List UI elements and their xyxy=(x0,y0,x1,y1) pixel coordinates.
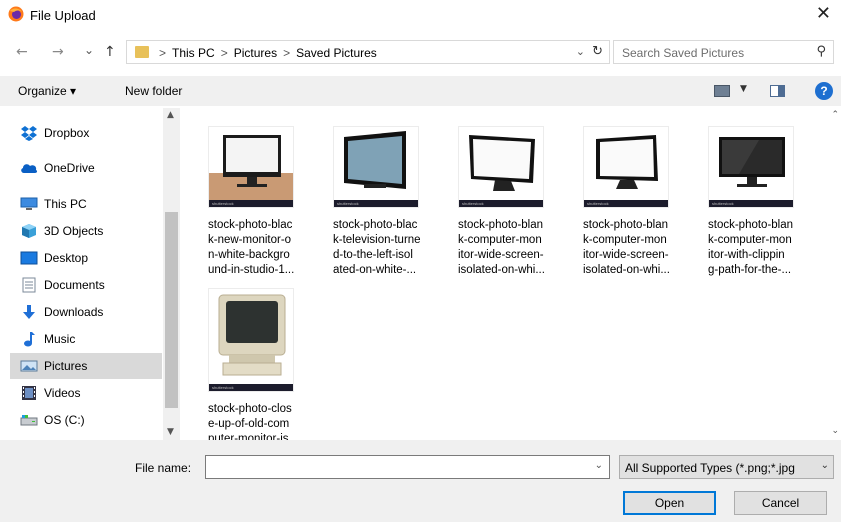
recent-locations-chevron-icon[interactable]: ⌄ xyxy=(84,42,94,58)
navigation-pane-scrollbar[interactable]: ▲ ▼ xyxy=(163,108,180,440)
address-bar[interactable]: > This PC > Pictures > Saved Pictures ⌄ … xyxy=(126,40,610,64)
forward-arrow-icon[interactable]: → xyxy=(52,44,64,60)
drive-icon xyxy=(20,411,38,429)
file-name-caption: stock-photo-blan k-computer-mon itor-wit… xyxy=(708,219,794,276)
title-bar: File Upload ✕ xyxy=(0,0,841,32)
dialog-footer: File name: ⌄ All Supported Types (*.png;… xyxy=(0,440,841,522)
document-icon xyxy=(20,276,38,294)
file-tile[interactable]: shutterstock stock-photo-blac k-televisi… xyxy=(305,126,421,278)
preview-pane-icon[interactable] xyxy=(770,85,785,97)
nav-item-this-pc[interactable]: This PC xyxy=(10,191,162,217)
nav-item-label: 3D Objects xyxy=(44,224,104,238)
nav-item-label: OS (C:) xyxy=(44,413,85,427)
search-box[interactable]: Search Saved Pictures ⚲ xyxy=(613,40,834,64)
dropbox-icon xyxy=(20,124,38,142)
breadcrumb-saved-pictures[interactable]: Saved Pictures xyxy=(296,46,377,60)
nav-item-3d-objects[interactable]: 3D Objects xyxy=(10,218,162,244)
file-name-caption: stock-photo-blac k-television-turne d-to… xyxy=(333,219,421,276)
file-list-scroll-down-chevron-icon[interactable]: ⌄ xyxy=(831,426,839,436)
desktop-icon xyxy=(20,249,38,267)
nav-item-dropbox[interactable]: Dropbox xyxy=(10,120,162,146)
address-dropdown-chevron-icon[interactable]: ⌄ xyxy=(576,45,585,58)
breadcrumb-separator: > xyxy=(159,46,167,60)
video-icon xyxy=(20,384,38,402)
file-thumbnail: shutterstock xyxy=(208,288,294,392)
cloud-icon xyxy=(20,159,38,177)
open-button[interactable]: Open xyxy=(623,491,716,515)
nav-item-music[interactable]: Music xyxy=(10,326,162,352)
nav-item-documents[interactable]: Documents xyxy=(10,272,162,298)
nav-item-downloads[interactable]: Downloads xyxy=(10,299,162,325)
nav-item-desktop[interactable]: Desktop xyxy=(10,245,162,271)
view-options-chevron-icon[interactable]: ▼ xyxy=(740,84,747,94)
command-bar: Organize ▾ New folder ▼ ? xyxy=(0,76,841,106)
folder-icon xyxy=(135,46,149,58)
change-view-icon[interactable] xyxy=(714,85,730,97)
nav-item-label: Music xyxy=(44,332,76,346)
file-tile[interactable]: shutterstock stock-photo-blan k-computer… xyxy=(430,126,545,278)
nav-item-videos[interactable]: Videos xyxy=(10,380,162,406)
nav-item-onedrive[interactable]: OneDrive xyxy=(10,155,162,181)
file-thumbnail: shutterstock xyxy=(333,126,419,208)
search-input[interactable]: Search Saved Pictures xyxy=(622,46,744,60)
refresh-icon[interactable]: ↻ xyxy=(592,44,603,59)
breadcrumb-pictures[interactable]: Pictures xyxy=(234,46,277,60)
breadcrumb-this-pc[interactable]: This PC xyxy=(172,46,215,60)
up-arrow-icon[interactable]: ↑ xyxy=(104,44,116,60)
nav-item-label: Dropbox xyxy=(44,126,90,140)
nav-item-os-c[interactable]: OS (C:) xyxy=(10,407,162,433)
nav-item-pictures[interactable]: Pictures xyxy=(10,353,162,379)
file-type-chevron-icon[interactable]: ⌄ xyxy=(821,460,829,471)
file-thumbnail: shutterstock xyxy=(458,126,544,208)
address-row: ← → ⌄ ↑ > This PC > Pictures > Saved Pic… xyxy=(0,38,841,68)
nav-item-label: This PC xyxy=(44,197,87,211)
cancel-button[interactable]: Cancel xyxy=(734,491,827,515)
breadcrumb-separator: > xyxy=(283,46,291,60)
navigation-pane: Dropbox OneDrive This PC 3D Objects Desk… xyxy=(0,108,180,440)
scrollbar-thumb[interactable] xyxy=(165,212,178,408)
nav-item-label: OneDrive xyxy=(44,161,95,175)
file-list: shutterstock stock-photo-blac k-new-moni… xyxy=(180,108,841,445)
back-arrow-icon[interactable]: ← xyxy=(16,44,28,60)
new-folder-button[interactable]: New folder xyxy=(125,84,182,98)
nav-item-label: Documents xyxy=(44,278,105,292)
file-name-caption: stock-photo-blan k-computer-mon itor-wid… xyxy=(583,219,670,276)
search-icon[interactable]: ⚲ xyxy=(816,44,826,59)
file-tile[interactable]: shutterstock stock-photo-blac k-new-moni… xyxy=(180,126,294,278)
computer-icon xyxy=(20,195,38,213)
file-name-caption: stock-photo-blan k-computer-mon itor-wid… xyxy=(458,219,545,276)
file-thumbnail: shutterstock xyxy=(208,126,294,208)
cube-icon xyxy=(20,222,38,240)
file-tile[interactable]: shutterstock stock-photo-blan k-computer… xyxy=(680,126,794,278)
scroll-up-chevron-icon[interactable]: ▲ xyxy=(167,110,174,120)
breadcrumb: > This PC > Pictures > Saved Pictures xyxy=(159,46,377,60)
firefox-icon xyxy=(8,6,24,22)
file-tile[interactable]: shutterstock stock-photo-blan k-computer… xyxy=(555,126,670,278)
file-thumbnail: shutterstock xyxy=(583,126,669,208)
file-list-scroll-up-chevron-icon[interactable]: ⌃ xyxy=(831,110,839,120)
music-note-icon xyxy=(20,330,38,348)
file-tile[interactable]: shutterstock stock-photo-clos e-up-of-ol… xyxy=(180,288,294,447)
pictures-icon xyxy=(20,357,38,375)
nav-item-label: Desktop xyxy=(44,251,89,265)
scroll-down-chevron-icon[interactable]: ▼ xyxy=(167,427,174,437)
nav-item-label: Pictures xyxy=(44,359,88,373)
help-icon[interactable]: ? xyxy=(815,82,833,100)
file-thumbnail: shutterstock xyxy=(708,126,794,208)
file-name-dropdown-chevron-icon[interactable]: ⌄ xyxy=(595,460,603,471)
download-icon xyxy=(20,303,38,321)
file-type-select[interactable]: All Supported Types (*.png;*.jpg ⌄ xyxy=(619,455,834,479)
file-type-value: All Supported Types (*.png;*.jpg xyxy=(625,461,795,475)
file-name-label: File name: xyxy=(135,461,192,475)
window-title: File Upload xyxy=(30,8,96,23)
nav-item-label: Downloads xyxy=(44,305,104,319)
nav-item-label: Videos xyxy=(44,386,81,400)
breadcrumb-separator: > xyxy=(220,46,228,60)
file-name-caption: stock-photo-blac k-new-monitor-o n-white… xyxy=(208,219,295,276)
organize-button[interactable]: Organize ▾ xyxy=(18,84,76,98)
close-icon[interactable]: ✕ xyxy=(816,4,831,24)
file-name-field[interactable]: ⌄ xyxy=(205,455,610,479)
